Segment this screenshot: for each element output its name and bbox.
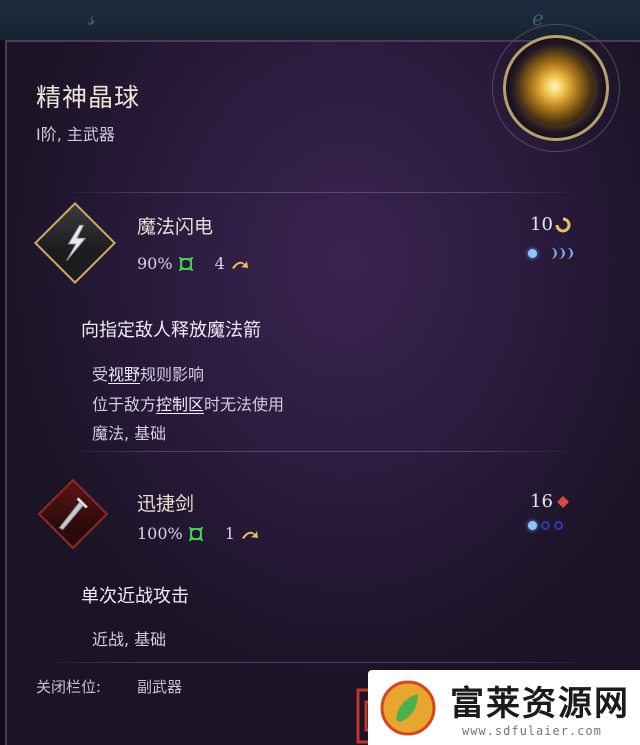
skill-name: 迅捷剑	[137, 493, 195, 515]
watermark-text: 富莱资源网	[450, 684, 630, 724]
item-orb-frame	[492, 24, 620, 152]
skill-description: 向指定敌人释放魔法箭	[81, 320, 261, 341]
skill-tags: 近战, 基础	[92, 630, 167, 649]
watermark: 富莱资源网 www.sdfulaier.com	[368, 670, 640, 745]
skill-note: 位于敌方控制区时无法使用	[92, 395, 285, 414]
keyword-link[interactable]: 控制区	[156, 395, 204, 414]
footer-value: 副武器	[137, 678, 183, 696]
skill-note: 受视野规则影响	[92, 365, 205, 384]
range-value: 1	[224, 524, 235, 543]
cost-icon	[555, 217, 571, 232]
cost-icon	[556, 495, 569, 508]
range-arrow-icon	[241, 530, 258, 539]
hit-chance-icon	[188, 526, 203, 541]
item-title: 精神晶球	[36, 83, 141, 112]
skill-stats: 90% 4	[137, 254, 249, 273]
emblem-icon: 𝓈	[88, 6, 96, 30]
cost-value: 16	[530, 491, 553, 512]
pip-empty	[554, 521, 563, 530]
pip-empty	[541, 521, 550, 530]
action-pips	[528, 521, 563, 530]
keyword-link[interactable]: 视野	[108, 365, 140, 384]
range-arrow-icon	[231, 260, 248, 269]
pip-filled	[528, 521, 537, 530]
divider	[60, 192, 580, 193]
skill-description: 单次近战攻击	[81, 586, 189, 607]
range-value: 4	[214, 254, 225, 273]
divider	[36, 662, 596, 663]
skill-cost: 10	[530, 214, 571, 235]
item-tier-slot: I阶, 主武器	[36, 125, 115, 144]
hit-chance-value: 100%	[137, 524, 183, 543]
skill-stats: 100% 1	[137, 524, 259, 543]
skill-name: 魔法闪电	[137, 216, 214, 238]
leaf-logo-icon	[380, 680, 436, 736]
skill-cost: 16	[530, 491, 571, 512]
skill-tags: 魔法, 基础	[92, 424, 167, 443]
moon-pips-icon: ❩❩❩	[549, 246, 575, 260]
action-pips: ❩❩❩	[528, 246, 575, 260]
divider	[60, 451, 580, 452]
cost-value: 10	[530, 214, 553, 235]
hit-chance-value: 90%	[137, 254, 173, 273]
watermark-url: www.sdfulaier.com	[462, 724, 602, 738]
pip-filled	[528, 248, 537, 258]
hit-chance-icon	[178, 256, 193, 271]
orb-icon	[518, 50, 594, 126]
footer-label: 关闭栏位:	[36, 678, 102, 696]
